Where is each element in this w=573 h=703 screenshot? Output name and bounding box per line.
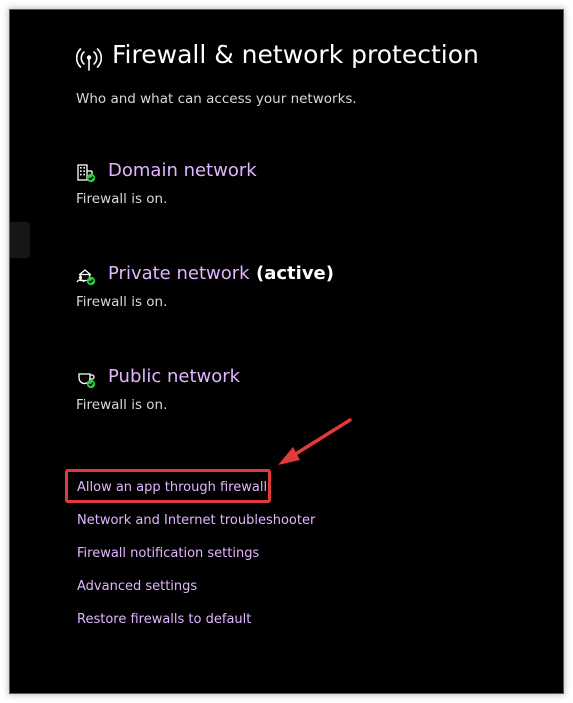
active-network-label: (active) [256,263,334,284]
antenna-icon [76,48,102,71]
domain-network-status: Firewall is on. [76,191,168,207]
firewall-notification-settings-link[interactable]: Firewall notification settings [77,546,259,561]
restore-firewalls-default-link[interactable]: Restore firewalls to default [77,612,251,627]
page-title: Firewall & network protection [112,40,479,69]
domain-network-link[interactable]: Domain network [108,160,257,181]
domain-network-icon [77,164,96,183]
firewall-settings-window: Firewall & network protection Who and wh… [10,10,563,693]
public-network-icon [78,373,96,389]
advanced-settings-link[interactable]: Advanced settings [77,579,197,594]
page-subtitle: Who and what can access your networks. [76,91,357,107]
network-troubleshooter-link[interactable]: Network and Internet troubleshooter [77,513,315,528]
highlight-annotation-box [65,469,271,503]
private-network-status: Firewall is on. [76,294,168,310]
private-network-link[interactable]: Private network [108,263,250,284]
arrow-annotation-icon [278,418,352,465]
public-network-link[interactable]: Public network [108,366,240,387]
public-network-status: Firewall is on. [76,397,168,413]
side-panel-handle[interactable] [10,222,30,258]
private-network-icon [76,269,96,286]
